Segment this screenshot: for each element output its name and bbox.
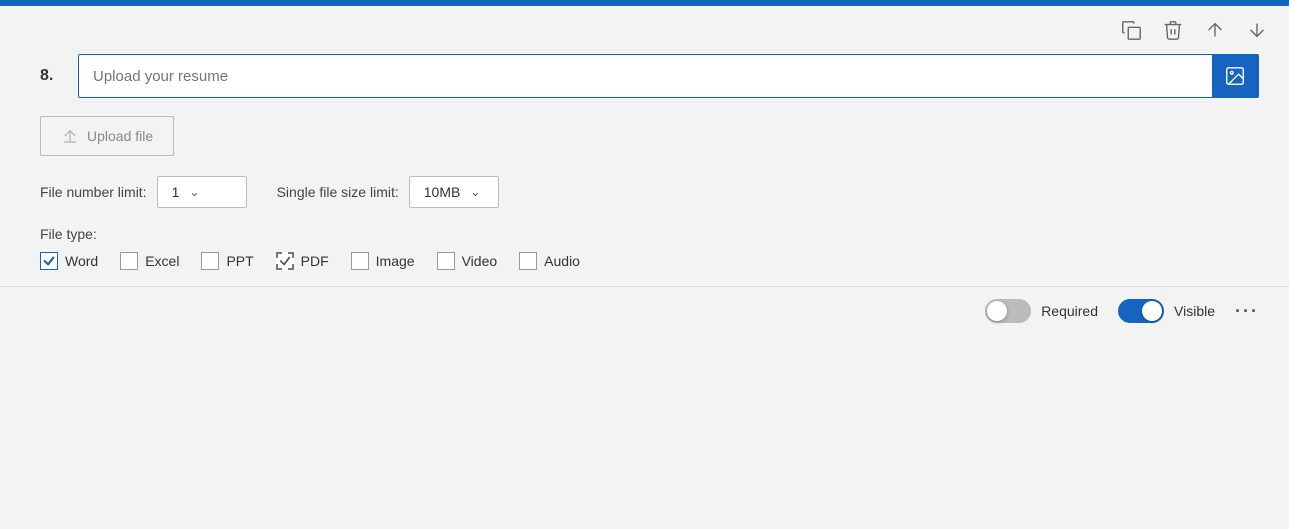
- file-type-label-image: Image: [376, 253, 415, 269]
- file-type-label-audio: Audio: [544, 253, 580, 269]
- file-size-limit-dropdown[interactable]: 10MB ⌄: [409, 176, 499, 208]
- file-type-section: File type: Word Excel PPT PDF Image Video Aud…: [40, 226, 1259, 270]
- move-down-icon[interactable]: [1245, 18, 1269, 42]
- chevron-down-icon: ⌄: [189, 185, 199, 199]
- file-size-limit-group: Single file size limit: 10MB ⌄: [277, 176, 499, 208]
- file-size-limit-value: 10MB: [424, 184, 461, 200]
- required-toggle[interactable]: [985, 299, 1031, 323]
- required-toggle-group: Required: [985, 299, 1098, 323]
- upload-file-button[interactable]: Upload file: [40, 116, 174, 156]
- file-type-label-word: Word: [65, 253, 98, 269]
- file-type-label-excel: Excel: [145, 253, 179, 269]
- file-type-item-image: Image: [351, 252, 415, 270]
- chevron-down-icon-2: ⌄: [470, 185, 480, 199]
- visible-toggle-knob: [1142, 301, 1162, 321]
- file-number-limit-label: File number limit:: [40, 184, 147, 200]
- checkbox-ppt[interactable]: [201, 252, 219, 270]
- required-label: Required: [1041, 303, 1098, 319]
- file-type-label-video: Video: [462, 253, 498, 269]
- checkbox-audio[interactable]: [519, 252, 537, 270]
- file-number-limit-group: File number limit: 1 ⌄: [40, 176, 247, 208]
- question-input-wrapper: [78, 54, 1259, 98]
- move-up-icon[interactable]: [1203, 18, 1227, 42]
- image-icon-button[interactable]: [1212, 55, 1258, 97]
- file-type-item-excel: Excel: [120, 252, 179, 270]
- visible-label: Visible: [1174, 303, 1215, 319]
- options-row: File number limit: 1 ⌄ Single file size …: [40, 176, 1259, 208]
- copy-icon[interactable]: [1119, 18, 1143, 42]
- file-type-item-word: Word: [40, 252, 98, 270]
- file-type-item-ppt: PPT: [201, 252, 253, 270]
- checkbox-excel[interactable]: [120, 252, 138, 270]
- file-type-label: File type:: [40, 226, 1259, 242]
- question-row: 8.: [40, 54, 1259, 98]
- file-type-label-ppt: PPT: [226, 253, 253, 269]
- question-input[interactable]: [79, 58, 1212, 95]
- checkbox-word[interactable]: [40, 252, 58, 270]
- checkbox-image[interactable]: [351, 252, 369, 270]
- main-content: 8. Upload file File number limit: 1: [0, 54, 1289, 270]
- upload-file-label: Upload file: [87, 128, 153, 144]
- footer-bar: Required Visible ···: [0, 287, 1289, 335]
- file-number-limit-value: 1: [172, 184, 180, 200]
- required-toggle-knob: [987, 301, 1007, 321]
- visible-toggle[interactable]: [1118, 299, 1164, 323]
- file-size-limit-label: Single file size limit:: [277, 184, 399, 200]
- checkbox-video[interactable]: [437, 252, 455, 270]
- checkbox-pdf[interactable]: [276, 252, 294, 270]
- file-type-item-audio: Audio: [519, 252, 580, 270]
- question-number: 8.: [40, 67, 64, 85]
- file-number-limit-dropdown[interactable]: 1 ⌄: [157, 176, 247, 208]
- file-type-item-video: Video: [437, 252, 498, 270]
- toolbar: [0, 6, 1289, 54]
- delete-icon[interactable]: [1161, 18, 1185, 42]
- visible-toggle-group: Visible: [1118, 299, 1215, 323]
- file-type-label-pdf: PDF: [301, 253, 329, 269]
- file-type-options: Word Excel PPT PDF Image Video Audio: [40, 252, 1259, 270]
- file-type-item-pdf: PDF: [276, 252, 329, 270]
- more-options-button[interactable]: ···: [1235, 301, 1259, 322]
